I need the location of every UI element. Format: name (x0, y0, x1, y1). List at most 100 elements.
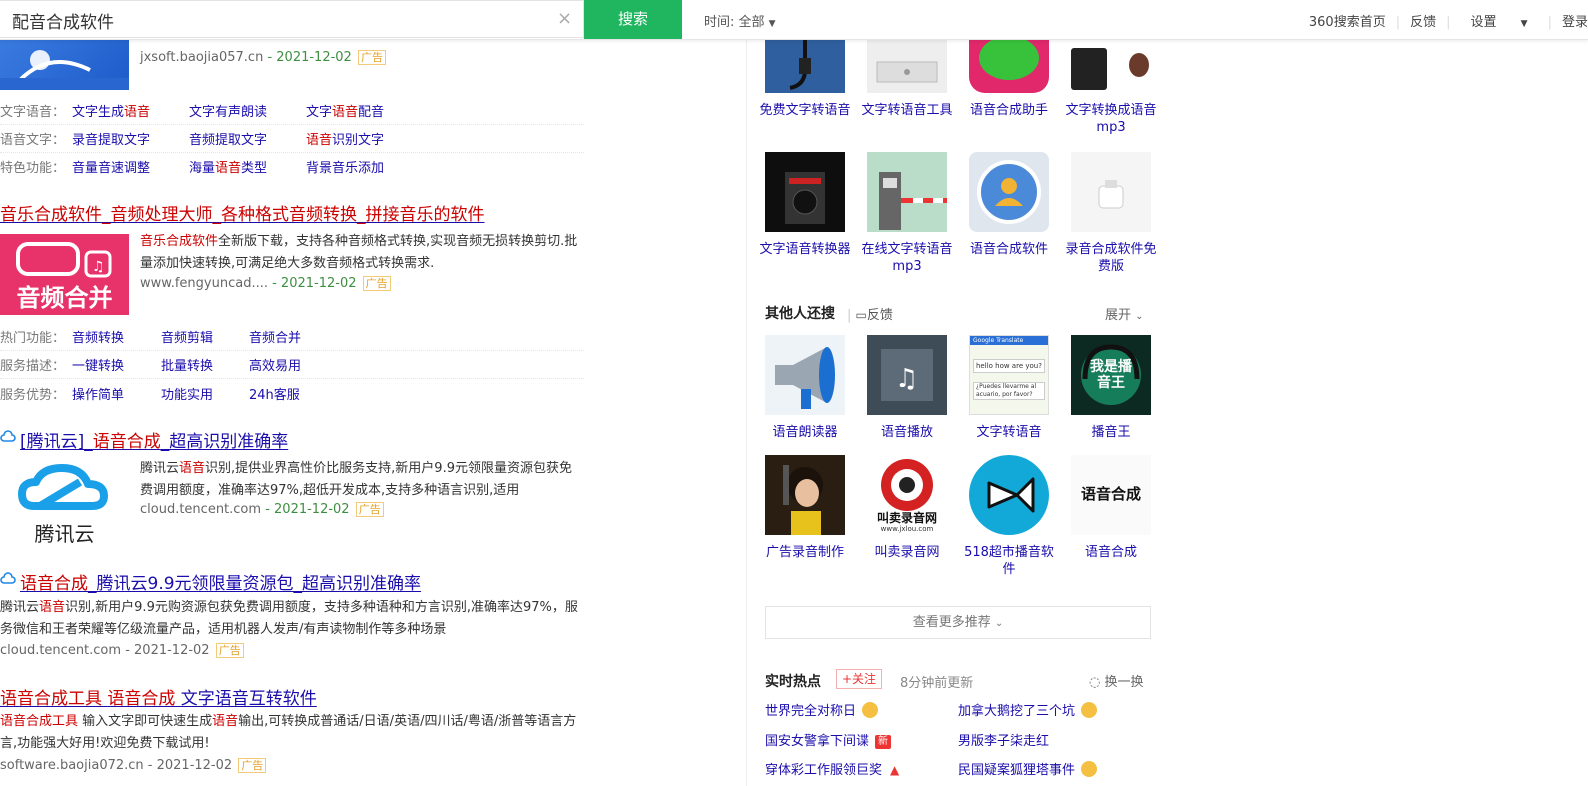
result2-thumbnail[interactable]: ♫ 音频合并 (0, 234, 129, 315)
related-image[interactable] (969, 20, 1049, 93)
feature-link[interactable]: 音频合并 (249, 327, 301, 346)
feature-row: 服务优势： (0, 384, 65, 403)
related-image[interactable] (765, 152, 845, 232)
other-caption[interactable]: 语音播放 (857, 424, 957, 441)
feature-link[interactable]: 一键转换 (72, 355, 124, 374)
result-url[interactable]: jxsoft.baojia057.cn (140, 50, 263, 65)
result3-title[interactable]: [腾讯云]_语音合成_超高识别准确率 (20, 427, 288, 452)
related-image[interactable] (867, 152, 947, 232)
ad-badge: 广告 (215, 643, 244, 658)
hot-item[interactable]: 穿体彩工作服领巨奖 ▲ (765, 759, 899, 778)
feature-link[interactable]: 海量语音类型 (189, 157, 267, 176)
result2-title[interactable]: 音乐合成软件_音频处理大师_各种格式音频转换_拼接音乐的软件 (0, 200, 485, 225)
other-image[interactable]: 语音合成 (1071, 455, 1151, 535)
other-image[interactable]: 叫卖录音网 www.jxlou.com (867, 455, 947, 535)
link-login[interactable]: 登录 (1552, 15, 1588, 30)
result-url[interactable]: software.baojia072.cn (0, 758, 144, 773)
column-divider (746, 40, 747, 786)
refresh-icon: ◌ (1089, 675, 1101, 690)
other-image[interactable]: Google Translate hello how are you? ¿Pue… (969, 335, 1049, 415)
result4-title[interactable]: 语音合成_腾讯云9.9元领限量资源包_超高识别准确率 (20, 569, 421, 594)
link-feedback[interactable]: 反馈 (1400, 15, 1446, 30)
result5-title[interactable]: 语音合成工具 语音合成 文字语音互转软件 (0, 684, 317, 709)
other-image[interactable] (969, 455, 1049, 535)
other-image[interactable] (765, 335, 845, 415)
hot-rising-icon: ▲ (890, 763, 900, 777)
feature-link[interactable]: 批量转换 (161, 355, 213, 374)
hot-item[interactable]: 加拿大鹅挖了三个坑 (958, 700, 1098, 719)
clear-icon[interactable]: × (557, 10, 572, 28)
related-caption[interactable]: 文字转语音工具 (857, 102, 957, 119)
feature-link[interactable]: 24h客服 (249, 384, 300, 403)
other-caption[interactable]: 广告录音制作 (755, 544, 855, 561)
result-url[interactable]: cloud.tencent.com (0, 643, 121, 658)
feature-link[interactable]: 高效易用 (249, 355, 301, 374)
more-recommend-button[interactable]: 查看更多推荐 ⌄ (765, 606, 1151, 639)
hot-item[interactable]: 国安女警拿下间谍新 (765, 730, 892, 749)
other-image[interactable]: ♫ (867, 335, 947, 415)
time-filter-label: 时间: 全部 (704, 15, 765, 30)
title-text: _超高识别准确率 (160, 432, 289, 452)
related-caption[interactable]: 语音合成软件 (959, 241, 1059, 258)
other-image[interactable] (765, 455, 845, 535)
feature-link[interactable]: 音量音速调整 (72, 157, 150, 176)
cloud-icon (0, 572, 16, 590)
related-caption[interactable]: 语音合成助手 (959, 102, 1059, 119)
feature-link[interactable]: 功能实用 (161, 384, 213, 403)
link-settings[interactable]: 设置 ▼ (1451, 15, 1548, 30)
others-feedback[interactable]: | ▭反馈 (847, 304, 893, 323)
other-caption[interactable]: 叫卖录音网 (857, 544, 957, 561)
refresh-button[interactable]: ◌ 换一换 (1089, 671, 1144, 690)
search-input[interactable] (10, 1, 554, 39)
feature-link[interactable]: 录音提取文字 (72, 129, 150, 148)
hot-item[interactable]: 男版李子柒走红 (958, 730, 1049, 749)
related-image[interactable] (765, 40, 845, 93)
result-url[interactable]: cloud.tencent.com (140, 502, 261, 517)
feature-link[interactable]: 文字有声朗读 (189, 101, 267, 120)
feedback-label: 反馈 (866, 308, 893, 323)
other-caption[interactable]: 语音合成 (1061, 544, 1161, 561)
related-image[interactable] (867, 40, 947, 93)
related-caption[interactable]: 文字转换成语音mp3 (1061, 102, 1161, 136)
feature-link[interactable]: 音频剪辑 (161, 327, 213, 346)
feature-link[interactable]: 音频提取文字 (189, 129, 267, 148)
other-image[interactable]: 我是播音王 (1071, 335, 1151, 415)
other-caption[interactable]: 语音朗读器 (755, 424, 855, 441)
related-caption[interactable]: 免费文字转语音 (755, 102, 855, 119)
related-image[interactable] (1071, 40, 1151, 93)
desc-hl: 语音合成工具 (0, 714, 79, 729)
tencent-cloud-logo[interactable]: 腾讯云 (0, 460, 129, 546)
other-caption[interactable]: 播音王 (1061, 424, 1161, 441)
time-filter-dropdown[interactable]: 时间: 全部 ▼ (704, 11, 776, 30)
related-caption[interactable]: 录音合成软件免费版 (1061, 241, 1161, 275)
expand-button[interactable]: 展开 ⌄ (1105, 304, 1144, 323)
feature-link[interactable]: 操作简单 (72, 384, 124, 403)
feature-link[interactable]: 语音识别文字 (306, 129, 384, 148)
feature-link[interactable]: 文字生成语音 (72, 101, 150, 120)
adapter-icon (1098, 180, 1124, 209)
result1-thumbnail[interactable] (0, 40, 129, 90)
related-image[interactable] (1071, 152, 1151, 232)
feature-link[interactable]: 音频转换 (72, 327, 124, 346)
link-360-home[interactable]: 360搜索首页 (1299, 15, 1396, 30)
other-caption[interactable]: 518超市播音软件 (959, 544, 1059, 578)
hot-item-label: 加拿大鹅挖了三个坑 (958, 704, 1076, 719)
other-caption[interactable]: 文字转语音 (959, 424, 1059, 441)
chevron-down-icon: ⌄ (1135, 311, 1144, 322)
crying-emoji-icon (1081, 702, 1098, 718)
related-caption[interactable]: 在线文字转语音mp3 (857, 241, 957, 275)
related-caption[interactable]: 文字语音转换器 (755, 241, 855, 258)
result-date: - 2021-12-02 (272, 276, 357, 291)
desc-text: 腾讯云 (0, 600, 40, 615)
follow-button[interactable]: +关注 (836, 669, 883, 689)
result-date: - 2021-12-02 (147, 758, 233, 773)
hot-item[interactable]: 世界完全对称日 (765, 700, 879, 719)
feature-link[interactable]: 文字语音配音 (306, 101, 384, 120)
result-url[interactable]: www.fengyuncad.... (140, 276, 268, 291)
feature-label: 服务描述： (0, 359, 66, 374)
hot-item[interactable]: 民国疑案狐狸塔事件 (958, 759, 1098, 778)
search-button[interactable]: 搜索 (584, 0, 682, 39)
related-image[interactable] (969, 152, 1049, 232)
desc-text: 识别,提供业界高性价比服务支持,新用户9.9元领限量资源包获免费调用额度，准确率… (140, 461, 572, 498)
feature-link[interactable]: 背景音乐添加 (306, 157, 384, 176)
